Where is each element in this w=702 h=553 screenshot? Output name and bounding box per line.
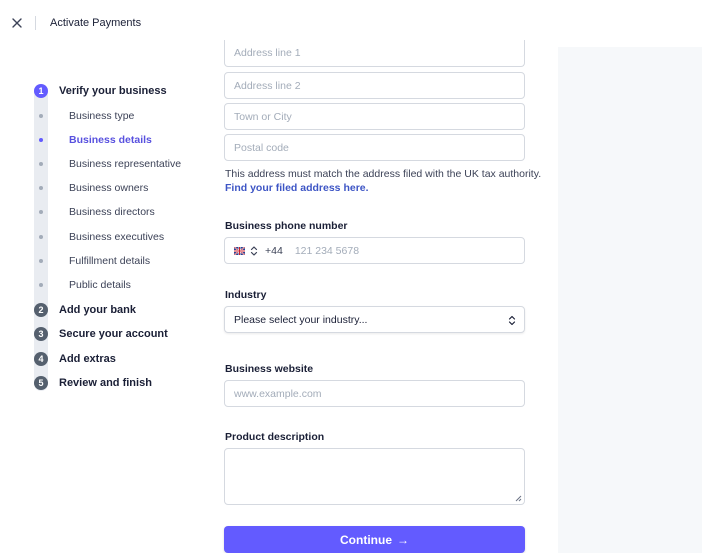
website-label: Business website (225, 363, 314, 375)
substep-label: Public details (69, 279, 131, 291)
continue-button[interactable]: Continue → (224, 526, 525, 553)
step-secure-account[interactable]: 3 Secure your account (34, 325, 168, 343)
substep-dot (39, 235, 43, 239)
product-description-label: Product description (225, 431, 325, 443)
step-label: Secure your account (59, 328, 168, 340)
find-address-link[interactable]: Find your filed address here. (225, 182, 369, 194)
substep-dot (39, 114, 43, 118)
substep-dot (39, 138, 43, 142)
substep-label: Business owners (69, 182, 149, 194)
step-number: 1 (34, 84, 48, 98)
uk-flag-icon (234, 246, 245, 255)
town-placeholder: Town or City (234, 110, 292, 123)
address-line1-placeholder: Address line 1 (234, 47, 301, 59)
substep-dot (39, 283, 43, 287)
industry-label: Industry (225, 289, 267, 301)
website-placeholder: www.example.com (234, 387, 322, 400)
country-code: +44 (265, 244, 283, 257)
arrow-right-icon: → (397, 532, 409, 547)
industry-select[interactable]: Please select your industry... (224, 306, 525, 333)
step-add-extras[interactable]: 4 Add extras (34, 350, 116, 368)
postal-code-input[interactable]: Postal code (224, 134, 525, 161)
substep-dot (39, 162, 43, 166)
industry-selected-value: Please select your industry... (234, 313, 368, 326)
close-icon (12, 18, 22, 28)
substep-label: Fulfillment details (69, 255, 151, 267)
step-review-finish[interactable]: 5 Review and finish (34, 374, 152, 392)
substep-label: Business details (69, 134, 152, 146)
product-description-textarea[interactable] (224, 448, 525, 505)
step-number: 2 (34, 303, 48, 317)
continue-label: Continue (340, 532, 392, 547)
step-label: Add your bank (59, 304, 137, 316)
substep-label: Business executives (69, 231, 165, 243)
step-label: Review and finish (59, 377, 152, 389)
header-divider (35, 16, 36, 30)
address-help-text: This address must match the address file… (225, 167, 545, 195)
address-line2-placeholder: Address line 2 (234, 79, 301, 92)
phone-label: Business phone number (225, 220, 348, 232)
website-input[interactable]: www.example.com (224, 380, 525, 407)
step-number: 5 (34, 376, 48, 390)
town-input[interactable]: Town or City (224, 103, 525, 130)
substep-label: Business representative (69, 158, 182, 170)
substep-label: Business type (69, 110, 135, 122)
step-number: 3 (34, 327, 48, 341)
address-line2-input[interactable]: Address line 2 (224, 72, 525, 99)
substep-dot (39, 210, 43, 214)
step-number: 4 (34, 352, 48, 366)
step-label: Verify your business (59, 85, 167, 97)
close-button[interactable] (9, 15, 25, 31)
page-title: Activate Payments (50, 17, 142, 29)
postal-code-placeholder: Postal code (234, 141, 289, 154)
chevron-updown-icon (508, 315, 516, 326)
phone-placeholder: 121 234 5678 (294, 244, 360, 257)
step-label: Add extras (59, 353, 116, 365)
substep-dot (39, 186, 43, 190)
address-line1-input[interactable]: Address line 1 (224, 40, 525, 67)
country-selector-icon[interactable] (250, 245, 258, 256)
step-verify-business[interactable]: 1 Verify your business (34, 82, 167, 100)
phone-input[interactable]: +44 121 234 5678 (224, 237, 525, 264)
right-panel (558, 47, 702, 553)
substep-label: Business directors (69, 206, 155, 218)
step-add-bank[interactable]: 2 Add your bank (34, 301, 136, 319)
substep-dot (39, 259, 43, 263)
address-help-message: This address must match the address file… (225, 168, 542, 180)
resize-handle-icon[interactable] (515, 495, 522, 502)
